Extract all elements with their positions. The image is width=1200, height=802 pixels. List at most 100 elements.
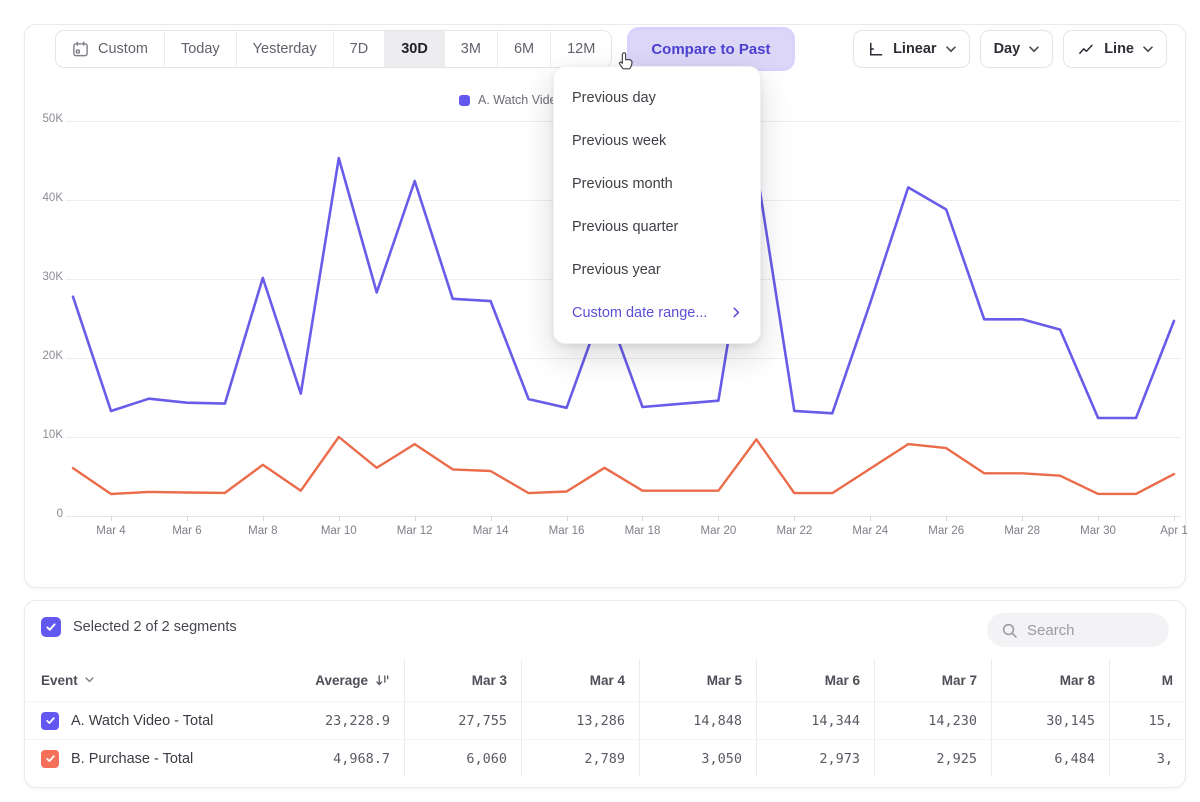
check-icon: [45, 621, 57, 633]
range-button-label: Yesterday: [253, 41, 317, 57]
cell-value: 2,973: [819, 751, 860, 767]
table-cell: 2,925: [874, 739, 991, 777]
scale-dropdown-button[interactable]: Linear: [853, 30, 970, 68]
menu-item-label: Previous day: [572, 90, 656, 106]
cell-value: 14,344: [811, 713, 860, 729]
line-chart-icon: [1077, 41, 1095, 58]
chart-legend-item-a[interactable]: A. Watch Video: [459, 93, 563, 107]
search-icon: [1001, 622, 1018, 639]
table-header-mar-3: Mar 3: [404, 659, 521, 701]
cell-value: 14,848: [693, 713, 742, 729]
table-header-label: Mar 7: [942, 673, 977, 688]
analytics-dashboard: CustomToday Yesterday 7D 30D 3M 6M 12M Compare…: [0, 0, 1200, 802]
legend-swatch-purple: [459, 95, 470, 106]
table-header-event[interactable]: Event: [25, 659, 285, 701]
range-button-7d[interactable]: 7D: [333, 31, 385, 67]
compare-menu-item-previous-year[interactable]: Previous year: [554, 248, 760, 291]
search-box[interactable]: [987, 613, 1169, 647]
row-checkbox-a-watch-video-total[interactable]: [41, 712, 59, 730]
range-button-12m[interactable]: 12M: [550, 31, 611, 67]
segments-table-card: Selected 2 of 2 segments Event Average Mar…: [24, 600, 1186, 788]
cell-value: 3,: [1157, 751, 1173, 767]
chart-toolbar: CustomToday Yesterday 7D 30D 3M 6M 12M Compare…: [55, 30, 1167, 68]
mouse-cursor-hand-icon: [615, 50, 637, 74]
table-header-label: M: [1162, 673, 1173, 688]
range-button-label: 7D: [350, 41, 369, 57]
range-button-custom[interactable]: Custom: [56, 31, 164, 67]
compare-menu-item-previous-week[interactable]: Previous week: [554, 119, 760, 162]
table-cell: 6,484: [991, 739, 1109, 777]
range-button-yesterday[interactable]: Yesterday: [236, 31, 333, 67]
chevron-down-icon: [1143, 46, 1153, 53]
cell-value: 14,230: [928, 713, 977, 729]
range-button-label: 3M: [461, 41, 481, 57]
compare-menu-item-previous-day[interactable]: Previous day: [554, 76, 760, 119]
table-cell: 2,973: [756, 739, 874, 777]
series-line-b-purchase: [73, 437, 1174, 494]
table-cell: 30,145: [991, 701, 1109, 739]
chevron-down-icon: [85, 677, 94, 683]
toolbar-right-group: Linear Day Line: [853, 30, 1167, 68]
row-checkbox-b-purchase-total[interactable]: [41, 750, 59, 768]
range-button-today[interactable]: Today: [164, 31, 236, 67]
table-header-mar-8: Mar 8: [991, 659, 1109, 701]
table-row-event-cell: A. Watch Video - Total: [25, 701, 285, 739]
interval-dropdown-button[interactable]: Day: [980, 30, 1054, 68]
table-header-mar-6: Mar 6: [756, 659, 874, 701]
table-cell: 14,230: [874, 701, 991, 739]
table-header-m: M: [1109, 659, 1186, 701]
cell-value: 2,925: [936, 751, 977, 767]
range-button-label: 6M: [514, 41, 534, 57]
table-header-mar-4: Mar 4: [521, 659, 639, 701]
table-header-label: Mar 8: [1060, 673, 1095, 688]
table-cell: 14,848: [639, 701, 756, 739]
range-button-label: 12M: [567, 41, 595, 57]
cell-value: 15,: [1149, 713, 1173, 729]
cell-value: 30,145: [1046, 713, 1095, 729]
chart-type-label: Line: [1104, 41, 1134, 57]
cell-value: 6,484: [1054, 751, 1095, 767]
sort-icon: [375, 673, 390, 688]
cell-value: 27,755: [458, 713, 507, 729]
table-cell: 27,755: [404, 701, 521, 739]
segments-table: Event Average Mar 3 Mar 4 Mar 5 Mar 6 Mar 7 Mar…: [25, 659, 1186, 777]
select-all-checkbox[interactable]: [41, 617, 61, 637]
header-text: Mar 5: [707, 673, 742, 688]
event-label: B. Purchase - Total: [71, 751, 193, 767]
menu-item-label: Custom date range...: [572, 305, 707, 321]
header-text: Mar 4: [590, 673, 625, 688]
legend-label: A. Watch Video: [478, 93, 563, 107]
range-button-30d[interactable]: 30D: [384, 31, 444, 67]
header-text: Event: [41, 673, 78, 688]
table-cell: 3,050: [639, 739, 756, 777]
table-header-mar-7: Mar 7: [874, 659, 991, 701]
table-cell: 2,789: [521, 739, 639, 777]
compare-menu-item-previous-quarter[interactable]: Previous quarter: [554, 205, 760, 248]
compare-menu-item-custom-date-range[interactable]: Custom date range...: [554, 291, 760, 334]
table-cell-average: 4,968.7: [285, 739, 404, 777]
table-header-label: Mar 4: [590, 673, 625, 688]
chart-type-dropdown-button[interactable]: Line: [1063, 30, 1167, 68]
header-text: Mar 7: [942, 673, 977, 688]
segments-header: Selected 2 of 2 segments: [41, 617, 237, 637]
calendar-icon: [72, 40, 89, 58]
menu-item-label: Previous month: [572, 176, 673, 192]
compare-menu-item-previous-month[interactable]: Previous month: [554, 162, 760, 205]
compare-to-past-button[interactable]: Compare to Past: [630, 30, 791, 68]
table-cell: 3,: [1109, 739, 1186, 777]
table-cell: 6,060: [404, 739, 521, 777]
header-text: Average: [315, 673, 368, 688]
table-cell-average: 23,228.9: [285, 701, 404, 739]
table-header-average[interactable]: Average: [285, 659, 404, 701]
menu-item-label: Previous year: [572, 262, 661, 278]
cell-value: 2,789: [584, 751, 625, 767]
table-header-label: Mar 5: [707, 673, 742, 688]
table-header-label: Mar 6: [825, 673, 860, 688]
header-text: Mar 6: [825, 673, 860, 688]
range-button-6m[interactable]: 6M: [497, 31, 550, 67]
scale-label: Linear: [893, 41, 937, 57]
interval-label: Day: [994, 41, 1021, 57]
table-cell: 15,: [1109, 701, 1186, 739]
range-button-3m[interactable]: 3M: [444, 31, 497, 67]
search-input[interactable]: [1027, 622, 1147, 639]
